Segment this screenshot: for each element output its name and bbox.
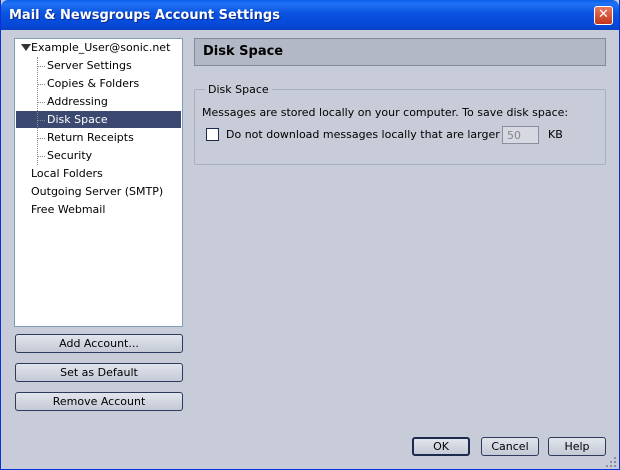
cancel-button[interactable]: Cancel [481,437,539,456]
limit-size-label[interactable]: Do not download messages locally that ar… [226,128,528,141]
account-label: Example_User@sonic.net [31,41,171,54]
add-account-button[interactable]: Add Account... [15,334,183,353]
group-title: Disk Space [205,83,272,96]
tree-guide-line [38,156,45,157]
tree-item-outgoing-server[interactable]: Outgoing Server (SMTP) [29,183,165,200]
tree-item-security[interactable]: Security [45,147,94,164]
window-title: Mail & Newsgroups Account Settings [9,8,280,23]
expand-triangle-icon[interactable] [21,44,31,51]
tree-item-free-webmail[interactable]: Free Webmail [29,201,107,218]
title-bar[interactable]: Mail & Newsgroups Account Settings ✕ [1,0,619,30]
disk-space-description: Messages are stored locally on your comp… [202,106,569,119]
panel-header: Disk Space [194,38,606,66]
tree-guide-line [38,66,45,67]
tree-guide-line [38,84,45,85]
account-tree[interactable]: Example_User@sonic.net Server Settings C… [14,38,183,327]
ok-button[interactable]: OK [412,437,470,456]
account-settings-window: Mail & Newsgroups Account Settings ✕ Exa… [0,0,620,470]
size-unit-label: KB [548,128,563,141]
tree-item-copies-folders[interactable]: Copies & Folders [45,75,141,92]
tree-item-addressing[interactable]: Addressing [45,93,110,110]
tree-guide-line [38,138,45,139]
close-button[interactable]: ✕ [594,6,613,25]
resize-grip-icon[interactable] [605,456,617,468]
panel-title: Disk Space [203,44,284,59]
tree-item-return-receipts[interactable]: Return Receipts [45,129,136,146]
tree-item-local-folders[interactable]: Local Folders [29,165,105,182]
size-limit-input[interactable]: 50 [502,126,539,144]
tree-guide-line [38,102,45,103]
tree-item-account[interactable]: Example_User@sonic.net [17,39,172,56]
close-icon: ✕ [598,7,609,22]
disk-space-group [194,89,606,165]
tree-guide-line [37,57,38,165]
tree-guide-line [38,120,45,121]
limit-size-checkbox[interactable] [206,128,219,141]
tree-item-server-settings[interactable]: Server Settings [45,57,134,74]
tree-item-disk-space[interactable]: Disk Space [45,111,110,128]
set-default-button[interactable]: Set as Default [15,363,183,382]
help-button[interactable]: Help [548,437,606,456]
remove-account-button[interactable]: Remove Account [15,392,183,411]
